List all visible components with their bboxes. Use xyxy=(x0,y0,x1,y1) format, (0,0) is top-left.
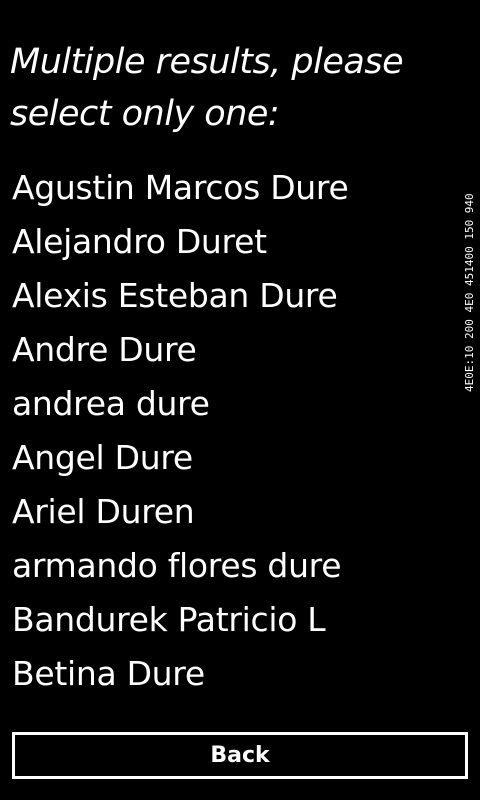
debug-overlay-text: 4E0E:10 200 4E0 451400 150 940 xyxy=(463,193,476,392)
result-item[interactable]: Alexis Esteban Dure xyxy=(12,269,452,323)
result-item[interactable]: Andre Dure xyxy=(12,323,452,377)
result-item[interactable]: andrea dure xyxy=(12,377,452,431)
debug-overlay: 4E0E:10 200 4E0 451400 150 940 xyxy=(463,32,477,392)
results-list: Agustin Marcos Dure Alejandro Duret Alex… xyxy=(12,161,452,701)
result-item[interactable]: Alejandro Duret xyxy=(12,215,452,269)
result-item[interactable]: armando flores dure xyxy=(12,539,452,593)
result-item[interactable]: Bandurek Patricio L xyxy=(12,593,452,647)
back-button[interactable]: Back xyxy=(12,732,468,779)
selection-prompt: Multiple results, please select only one… xyxy=(10,42,404,134)
result-item[interactable]: Betina Dure xyxy=(12,647,452,701)
result-item[interactable]: Agustin Marcos Dure xyxy=(12,161,452,215)
result-item[interactable]: Ariel Duren xyxy=(12,485,452,539)
result-item[interactable]: Angel Dure xyxy=(12,431,452,485)
